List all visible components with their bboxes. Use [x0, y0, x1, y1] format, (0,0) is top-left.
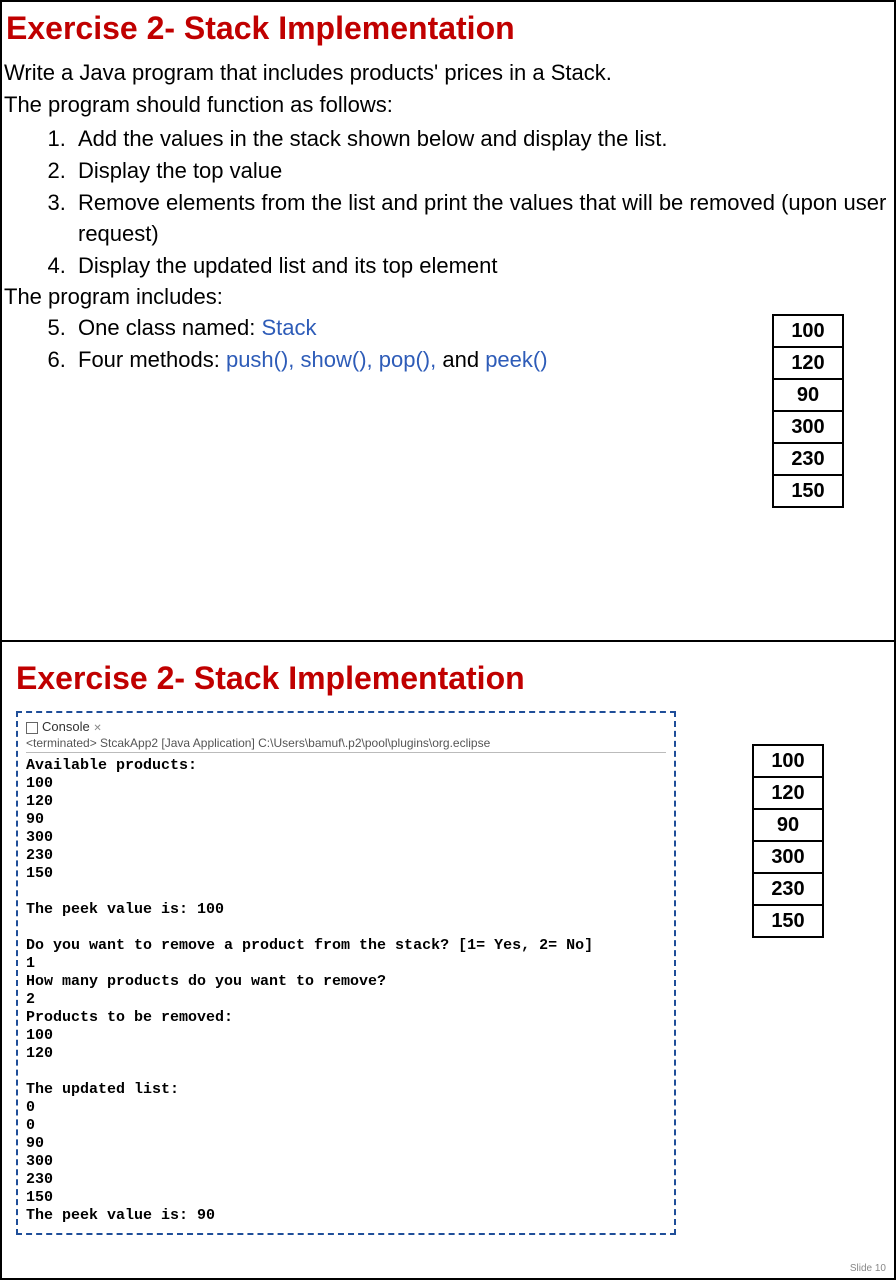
slide1-list-includes: One class named: Stack Four methods: pus…	[2, 312, 894, 376]
stack-cell: 230	[753, 873, 823, 905]
slide-1: Exercise 2- Stack Implementation Write a…	[0, 0, 896, 640]
slide1-list-steps: Add the values in the stack shown below …	[2, 123, 894, 282]
console-terminated-line: <terminated> StcakApp2 [Java Application…	[26, 736, 666, 753]
console-panel: Console ✕ <terminated> StcakApp2 [Java A…	[16, 711, 676, 1235]
list-item: One class named: Stack	[72, 312, 894, 344]
console-tab-x: ✕	[93, 723, 101, 734]
keyword-peek: peek()	[485, 347, 547, 372]
list-item: Display the updated list and its top ele…	[72, 250, 894, 282]
stack-cell: 300	[773, 411, 843, 443]
console-icon	[26, 722, 38, 734]
console-output: Available products: 100 120 90 300 230 1…	[26, 757, 666, 1225]
slide2-title: Exercise 2- Stack Implementation	[16, 660, 890, 697]
stack-cell: 120	[773, 347, 843, 379]
stack-table-2: 100 120 90 300 230 150	[752, 744, 824, 938]
stack-cell: 100	[753, 745, 823, 777]
slide1-desc-line2: The program should function as follows:	[2, 89, 894, 121]
list-item: Remove elements from the list and print …	[72, 187, 894, 251]
list-item: Display the top value	[72, 155, 894, 187]
stack-cell: 120	[753, 777, 823, 809]
stack-cell: 90	[753, 809, 823, 841]
list-item: Add the values in the stack shown below …	[72, 123, 894, 155]
text: and	[436, 347, 485, 372]
slide-2: Exercise 2- Stack Implementation Console…	[0, 640, 896, 1280]
stack-cell: 230	[773, 443, 843, 475]
slide1-desc-line1: Write a Java program that includes produ…	[2, 57, 894, 89]
stack-table-1: 100 120 90 300 230 150	[772, 314, 844, 508]
list-item: Four methods: push(), show(), pop(), and…	[72, 344, 894, 376]
console-tab-label: Console	[42, 719, 90, 734]
keyword-methods: push(), show(), pop(),	[226, 347, 436, 372]
stack-cell: 100	[773, 315, 843, 347]
console-tab: Console ✕	[26, 719, 666, 735]
slide-number: Slide 10	[850, 1263, 886, 1274]
slide1-title: Exercise 2- Stack Implementation	[2, 10, 890, 47]
stack-cell: 150	[753, 905, 823, 937]
text: Four methods:	[78, 347, 226, 372]
stack-cell: 150	[773, 475, 843, 507]
stack-cell: 90	[773, 379, 843, 411]
slide1-includes-label: The program includes:	[2, 284, 894, 310]
keyword-stack: Stack	[261, 315, 316, 340]
text: One class named:	[78, 315, 261, 340]
stack-cell: 300	[753, 841, 823, 873]
